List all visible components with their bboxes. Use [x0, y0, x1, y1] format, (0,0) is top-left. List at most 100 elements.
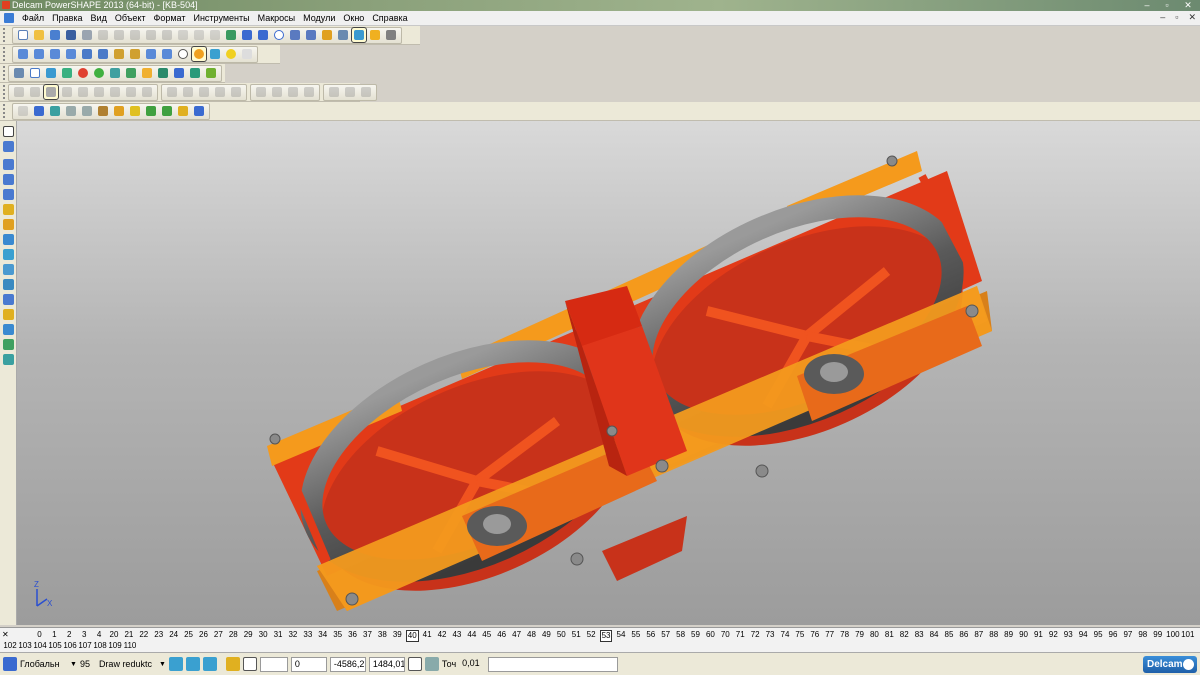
- workplane-icon[interactable]: [336, 28, 350, 42]
- hand-icon[interactable]: [240, 47, 254, 61]
- level-button[interactable]: 24: [167, 630, 180, 640]
- tolerance-field[interactable]: 0,01: [459, 657, 485, 672]
- redo-icon[interactable]: [192, 28, 206, 42]
- level-button[interactable]: 38: [376, 630, 389, 640]
- menu-file[interactable]: Файл: [18, 11, 48, 25]
- boolean-2-icon[interactable]: [270, 85, 284, 99]
- solid-tool-5-icon[interactable]: [76, 85, 90, 99]
- chevron-down-icon[interactable]: ▼: [70, 661, 77, 668]
- toolbar-grip[interactable]: [3, 66, 5, 80]
- menu-help[interactable]: Справка: [368, 11, 411, 25]
- boolean-1-icon[interactable]: [254, 85, 268, 99]
- level-button[interactable]: 36: [346, 630, 359, 640]
- level-button[interactable]: 40: [405, 630, 419, 642]
- workplane-status-icon[interactable]: [3, 657, 17, 671]
- light-icon[interactable]: [224, 47, 238, 61]
- level-button[interactable]: 58: [674, 630, 687, 640]
- tools-icon[interactable]: [384, 28, 398, 42]
- level-button[interactable]: 94: [1077, 630, 1090, 640]
- feature-5-icon[interactable]: [229, 85, 243, 99]
- cone-icon[interactable]: [108, 66, 122, 80]
- box-icon[interactable]: [140, 66, 154, 80]
- solid-icon[interactable]: [60, 66, 74, 80]
- solid-tool-8-icon[interactable]: [124, 85, 138, 99]
- level-button[interactable]: 53: [599, 630, 613, 642]
- level-button[interactable]: 76: [808, 630, 821, 640]
- component-8-icon[interactable]: [160, 104, 174, 118]
- level-button[interactable]: 39: [391, 630, 404, 640]
- level-button[interactable]: 43: [450, 630, 463, 640]
- level-button[interactable]: 92: [1047, 630, 1060, 640]
- electrode-tool-icon[interactable]: [2, 308, 15, 321]
- solid-tool-7-icon[interactable]: [108, 85, 122, 99]
- feature-2-icon[interactable]: [181, 85, 195, 99]
- menu-edit[interactable]: Правка: [48, 11, 86, 25]
- view-top-icon[interactable]: [80, 47, 94, 61]
- solid-tool-icon[interactable]: [2, 248, 15, 261]
- view-iso1-icon[interactable]: [16, 47, 30, 61]
- toolbar-grip[interactable]: [3, 28, 9, 42]
- zoom-in-icon[interactable]: [112, 47, 126, 61]
- zoom-box-icon[interactable]: [144, 47, 158, 61]
- level-button[interactable]: 71: [734, 630, 747, 640]
- solid-tool-9-icon[interactable]: [140, 85, 154, 99]
- level-button[interactable]: 33: [301, 630, 314, 640]
- level-button[interactable]: 75: [793, 630, 806, 640]
- view-iso3-icon[interactable]: [48, 47, 62, 61]
- level-button[interactable]: 102: [3, 641, 17, 651]
- wireframe-view-icon[interactable]: [208, 47, 222, 61]
- level-button[interactable]: 79: [853, 630, 866, 640]
- new-file-icon[interactable]: [16, 28, 30, 42]
- text-tool-icon[interactable]: [2, 218, 15, 231]
- level-button[interactable]: 34: [316, 630, 329, 640]
- toolbar-grip[interactable]: [3, 104, 9, 118]
- level-button[interactable]: 48: [525, 630, 538, 640]
- measure-icon[interactable]: [304, 28, 318, 42]
- workplane-select[interactable]: Глобальн ▼: [20, 659, 80, 669]
- level-button[interactable]: 104: [33, 641, 47, 651]
- level-button[interactable]: 35: [331, 630, 344, 640]
- close-button[interactable]: ✕: [1181, 1, 1195, 10]
- maximize-button[interactable]: ▫: [1160, 1, 1174, 10]
- grid-value-field[interactable]: [259, 656, 288, 672]
- menu-macros[interactable]: Макросы: [254, 11, 300, 25]
- level-button[interactable]: 56: [644, 630, 657, 640]
- level-button[interactable]: 90: [1017, 630, 1030, 640]
- workplane-tool-icon[interactable]: [2, 158, 15, 171]
- circle-select-icon[interactable]: [272, 28, 286, 42]
- level-button[interactable]: 108: [93, 641, 107, 651]
- feature-4-icon[interactable]: [213, 85, 227, 99]
- shaded-view-icon[interactable]: [191, 46, 207, 62]
- calculator-status-icon[interactable]: [407, 657, 422, 671]
- level-button[interactable]: 80: [868, 630, 881, 640]
- component-icon[interactable]: [48, 104, 62, 118]
- level-button[interactable]: 103: [18, 641, 32, 651]
- level-button[interactable]: 2: [63, 630, 76, 640]
- x-coordinate-field[interactable]: 0: [290, 656, 327, 672]
- level-button[interactable]: 3: [78, 630, 91, 640]
- component-2-icon[interactable]: [64, 104, 78, 118]
- z-coordinate-field[interactable]: 1484,01: [368, 656, 405, 672]
- select-arrow-icon[interactable]: [2, 125, 15, 138]
- globe-icon[interactable]: [176, 47, 190, 61]
- menu-view[interactable]: Вид: [87, 11, 111, 25]
- view-iso2-icon[interactable]: [32, 47, 46, 61]
- level-button[interactable]: 86: [957, 630, 970, 640]
- level-button[interactable]: 60: [704, 630, 717, 640]
- level-button[interactable]: 91: [1032, 630, 1045, 640]
- level-button[interactable]: 83: [913, 630, 926, 640]
- chevron-down-icon[interactable]: ▼: [159, 661, 166, 668]
- boolean-3-icon[interactable]: [286, 85, 300, 99]
- y-coordinate-field[interactable]: -4586,2: [329, 656, 366, 672]
- settings-status-icon[interactable]: [424, 657, 439, 671]
- solid-tool-6-icon[interactable]: [92, 85, 106, 99]
- document-icon[interactable]: [28, 66, 42, 80]
- open-model-icon[interactable]: [48, 28, 62, 42]
- dimension-icon[interactable]: [320, 28, 334, 42]
- level-button[interactable]: 28: [227, 630, 240, 640]
- level-button[interactable]: 41: [421, 630, 434, 640]
- curve-select-icon[interactable]: [288, 28, 302, 42]
- level-button[interactable]: 23: [152, 630, 165, 640]
- dimension-tool-icon[interactable]: [2, 293, 15, 306]
- level-button[interactable]: 78: [838, 630, 851, 640]
